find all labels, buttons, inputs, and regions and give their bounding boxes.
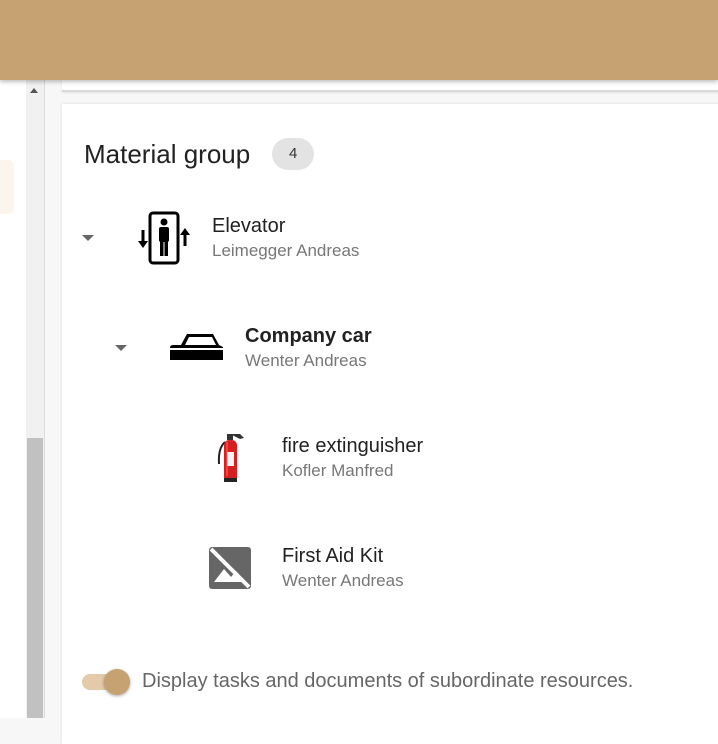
toggle-knob[interactable] xyxy=(104,668,130,695)
resource-owner: Wenter Andreas xyxy=(282,571,404,590)
resource-owner: Kofler Manfred xyxy=(282,461,394,480)
tree-row-first-aid-kit[interactable]: First Aid Kit Wenter Andreas xyxy=(200,538,404,598)
resource-name: Elevator xyxy=(212,215,286,237)
tree-row-elevator[interactable]: Elevator Leimegger Andreas xyxy=(82,208,359,268)
car-icon xyxy=(167,318,227,378)
resource-name: fire extinguisher xyxy=(282,435,424,457)
card-title: Material group xyxy=(84,138,251,169)
scroll-up-arrow-icon[interactable] xyxy=(30,88,38,93)
card-header: Material group 4 xyxy=(84,138,315,170)
subordinate-resources-toggle[interactable] xyxy=(82,668,130,695)
resource-owner: Wenter Andreas xyxy=(245,351,367,370)
resource-name: First Aid Kit xyxy=(282,545,384,567)
material-group-card: Material group 4 Elevator Leimegger Andr… xyxy=(62,104,718,744)
tree-row-company-car[interactable]: Company car Wenter Andreas xyxy=(115,318,372,378)
scrollbar-thumb[interactable] xyxy=(27,438,43,718)
left-navigation-pane xyxy=(0,80,26,718)
vertical-scrollbar[interactable] xyxy=(26,80,45,718)
count-badge: 4 xyxy=(272,138,315,170)
resource-text: Company car Wenter Andreas xyxy=(245,323,372,373)
image-placeholder-icon xyxy=(200,538,260,598)
selected-nav-item[interactable] xyxy=(0,160,14,214)
resource-text: Elevator Leimegger Andreas xyxy=(212,213,359,263)
resource-owner: Leimegger Andreas xyxy=(212,241,360,260)
elevator-icon xyxy=(134,208,194,268)
subordinate-resources-toggle-row: Display tasks and documents of subordina… xyxy=(82,668,634,695)
resource-text: fire extinguisher Kofler Manfred xyxy=(282,433,423,483)
tree-row-fire-extinguisher[interactable]: fire extinguisher Kofler Manfred xyxy=(200,428,423,488)
resource-text: First Aid Kit Wenter Andreas xyxy=(282,543,404,593)
expand-caret-icon[interactable] xyxy=(115,345,127,351)
fire-extinguisher-icon xyxy=(200,428,260,488)
toggle-label: Display tasks and documents of subordina… xyxy=(142,670,634,692)
expand-caret-icon[interactable] xyxy=(82,235,94,241)
top-app-bar xyxy=(0,0,718,80)
resource-name: Company car xyxy=(245,325,372,347)
